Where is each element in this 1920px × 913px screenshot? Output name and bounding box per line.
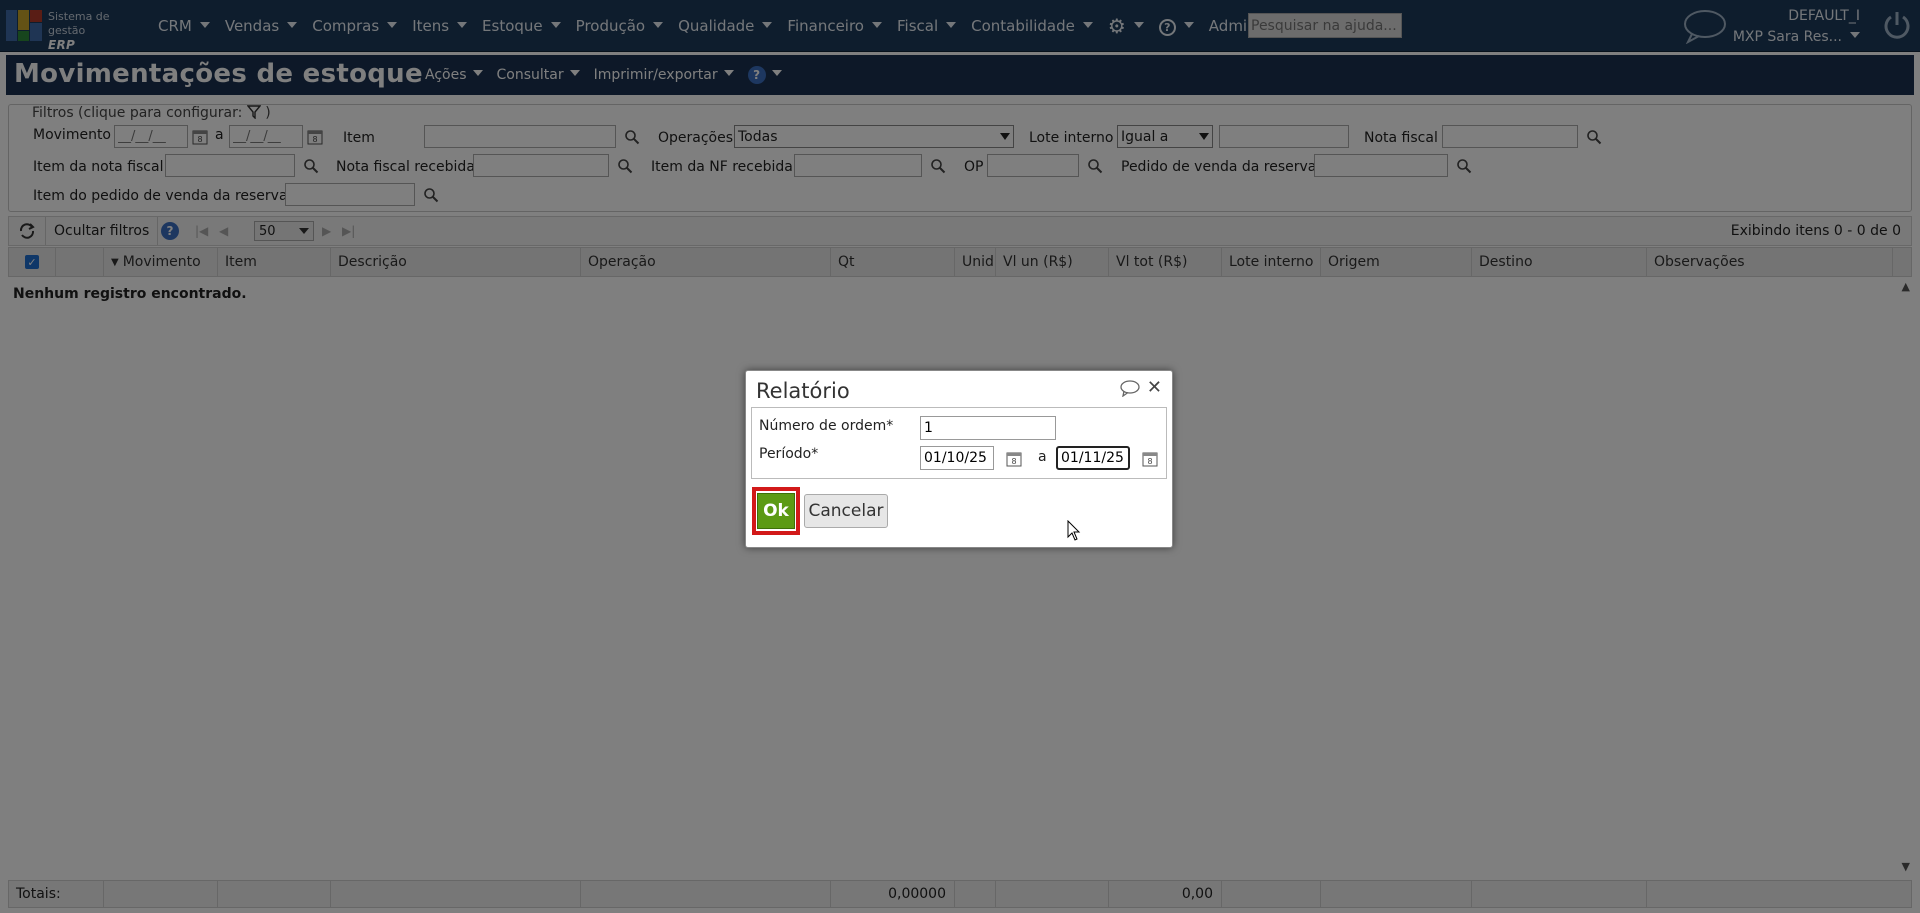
mouse-cursor-icon — [1067, 520, 1081, 541]
report-dialog: Relatório ✕ Número de ordem* Período* 8 … — [745, 370, 1173, 548]
cancel-button[interactable]: Cancelar — [804, 494, 888, 528]
periodo-range-sep: a — [1038, 449, 1047, 465]
numero-ordem-label: Número de ordem* — [759, 418, 894, 434]
calendar-icon[interactable]: 8 — [1141, 450, 1159, 468]
dialog-title: Relatório — [756, 379, 850, 403]
numero-ordem-input[interactable] — [920, 416, 1056, 440]
periodo-end-input[interactable] — [1056, 446, 1130, 470]
calendar-icon[interactable]: 8 — [1005, 450, 1023, 468]
svg-text:8: 8 — [1147, 457, 1152, 466]
dialog-form: Número de ordem* Período* 8 a 8 — [751, 407, 1167, 479]
periodo-start-input[interactable] — [920, 446, 994, 470]
ok-button[interactable]: Ok — [757, 493, 795, 529]
svg-text:8: 8 — [1011, 457, 1016, 466]
app-window: Sistema de gestão ERP MAXIPROD CRM Venda… — [0, 0, 1920, 913]
close-icon[interactable]: ✕ — [1147, 377, 1162, 398]
periodo-label: Período* — [759, 446, 819, 462]
comment-icon[interactable] — [1120, 380, 1140, 397]
ok-button-highlight: Ok — [752, 487, 800, 535]
